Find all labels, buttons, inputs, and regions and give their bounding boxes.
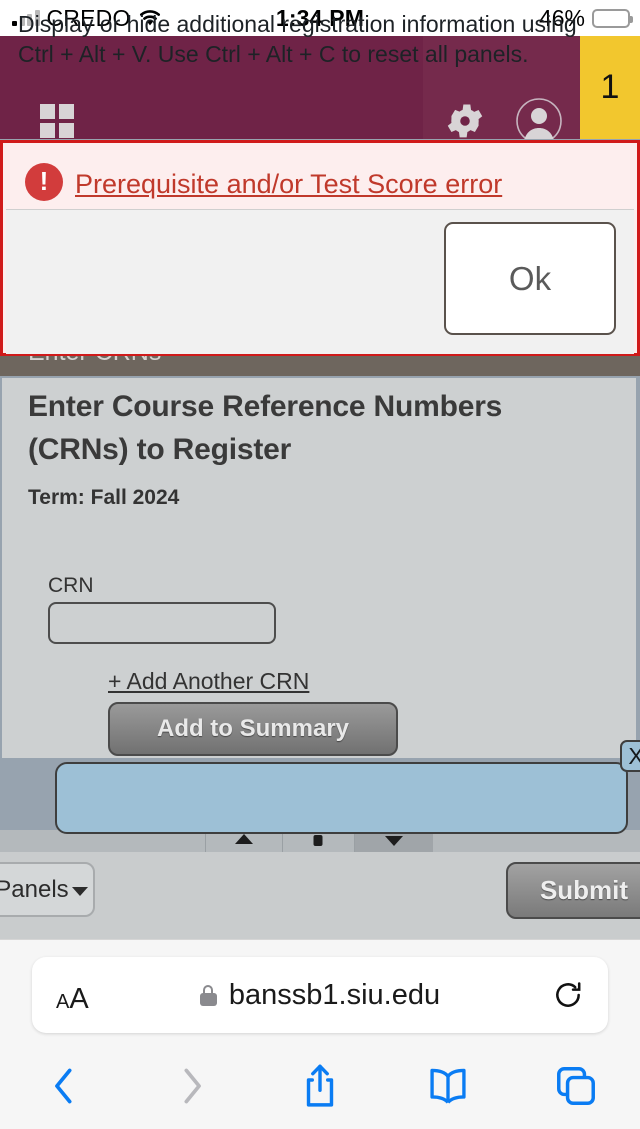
lock-icon	[199, 984, 217, 1006]
tooltip-close-button[interactable]: X	[620, 740, 640, 772]
gear-icon[interactable]	[443, 99, 487, 143]
panels-dropdown-label: Panels	[0, 875, 69, 903]
share-icon	[306, 1064, 334, 1107]
page-action-bar: Panels Submit	[0, 852, 640, 939]
bookmarks-button[interactable]	[384, 1042, 512, 1129]
triangle-up-icon	[234, 834, 253, 844]
add-another-crn-link[interactable]: + Add Another CRN	[108, 668, 309, 695]
term-label: Term: Fall 2024	[28, 486, 180, 509]
url-text: banssb1.siu.edu	[228, 978, 441, 1011]
safari-browser-chrome: A A banssb1.siu.edu	[0, 939, 640, 1129]
panels-dropdown-button[interactable]: Panels	[0, 862, 95, 917]
reload-icon[interactable]	[552, 979, 584, 1011]
splitter-handle-icon	[313, 835, 323, 846]
error-dialog-body: Ok	[6, 209, 634, 354]
tooltip-text: Display or hide additional registration …	[18, 11, 577, 67]
error-message-link[interactable]: Prerequisite and/or Test Score error	[75, 169, 502, 200]
safari-url-bar[interactable]: A A banssb1.siu.edu	[32, 957, 608, 1033]
chevron-left-icon	[55, 1068, 72, 1103]
triangle-down-icon	[385, 836, 403, 846]
url-display: banssb1.siu.edu	[32, 957, 608, 1033]
forward-button[interactable]	[128, 1042, 256, 1129]
grid-menu-icon[interactable]	[40, 104, 74, 138]
chevron-right-icon	[184, 1068, 201, 1103]
battery-icon	[592, 8, 633, 28]
avatar-icon[interactable]	[515, 97, 563, 145]
crn-field-label: CRN	[48, 574, 94, 597]
tabs-button[interactable]	[512, 1042, 640, 1129]
submit-button[interactable]: Submit	[506, 862, 640, 919]
error-exclamation-icon: !	[25, 163, 63, 201]
chevron-down-icon	[71, 887, 88, 896]
crn-content-panel: Enter Course Reference Numbers (CRNs) to…	[2, 378, 636, 758]
book-icon	[430, 1068, 466, 1104]
tabs-icon	[557, 1066, 595, 1105]
error-dialog: ! Prerequisite and/or Test Score error O…	[0, 140, 640, 356]
safari-toolbar	[0, 1042, 640, 1129]
back-button[interactable]	[0, 1042, 128, 1129]
add-to-summary-button[interactable]: Add to Summary	[108, 702, 398, 756]
share-button[interactable]	[256, 1042, 384, 1129]
page-title: Enter Course Reference Numbers (CRNs) to…	[28, 390, 503, 466]
notification-badge[interactable]: 1	[580, 36, 640, 139]
registration-info-tooltip	[55, 762, 628, 834]
error-dialog-header: ! Prerequisite and/or Test Score error	[3, 143, 637, 207]
crn-input[interactable]	[48, 602, 276, 644]
error-ok-button[interactable]: Ok	[444, 222, 616, 335]
phone-screen: CREDO 1:34 PM 46% 1 Enter Course Referen…	[0, 0, 640, 1129]
